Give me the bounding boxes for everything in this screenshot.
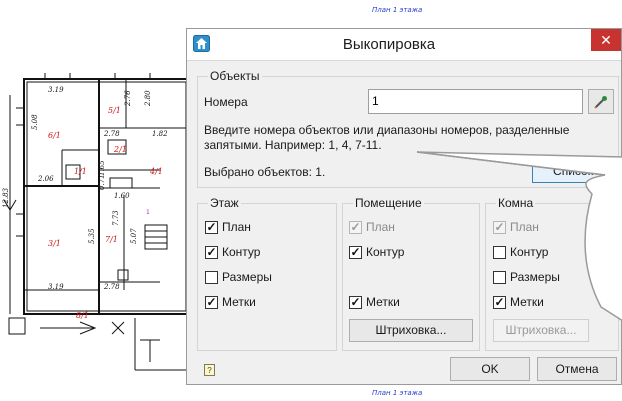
numbers-input[interactable]: 1 <box>368 89 583 114</box>
checkbox-label: Контур <box>222 245 261 259</box>
chamber-group-label: Комна <box>496 196 536 210</box>
numbers-hint: Введите номера объектов или диапазоны но… <box>204 123 570 152</box>
eyedropper-icon <box>594 96 607 109</box>
copy-dialog: Выкопировка ✕ Объекты Номера 1 Введите н… <box>186 28 622 385</box>
svg-text:0.71: 0.71 <box>98 174 106 190</box>
svg-text:2.06: 2.06 <box>37 175 54 183</box>
svg-text:1/1: 1/1 <box>74 167 87 176</box>
svg-text:1: 1 <box>146 209 150 216</box>
checkbox-box: ✓ <box>349 245 362 259</box>
checkbox-box: ✓ <box>205 295 218 309</box>
chamber-hatch-button[interactable]: Штриховка... <box>493 319 589 342</box>
checkbox-label: Метки <box>222 295 256 309</box>
numbers-label: Номера <box>204 95 248 109</box>
help-icon[interactable]: ? <box>204 364 215 376</box>
svg-text:6/1: 6/1 <box>48 131 61 140</box>
plan-label-top: План 1 этажа <box>372 6 423 14</box>
svg-text:8/1: 8/1 <box>76 311 89 320</box>
svg-text:2.78: 2.78 <box>103 130 120 138</box>
list-button[interactable]: Список <box>532 159 614 183</box>
svg-text:2.78: 2.78 <box>103 283 120 291</box>
checkbox-label: Контур <box>366 245 405 259</box>
checkbox-box: ✓ <box>205 220 218 234</box>
svg-text:5.07: 5.07 <box>130 228 138 244</box>
dialog-title: Выкопировка <box>342 36 436 53</box>
svg-text:7.73: 7.73 <box>112 210 120 226</box>
checkbox-box: ✓ <box>493 295 506 309</box>
svg-text:2/1: 2/1 <box>113 145 127 154</box>
room-hatch-button[interactable]: Штриховка... <box>349 319 473 342</box>
checkbox-label: План <box>510 220 539 234</box>
checkbox-label: Размеры <box>510 270 560 284</box>
checkbox-box: ✓ <box>493 220 506 234</box>
checkbox-box: ✓ <box>205 245 218 259</box>
svg-text:12.83: 12.83 <box>2 187 10 208</box>
checkbox-label: Контур <box>510 245 549 259</box>
svg-text:1.60: 1.60 <box>114 192 130 200</box>
checkbox-box <box>493 246 506 259</box>
svg-text:3/1: 3/1 <box>48 239 61 248</box>
checkbox-box <box>493 271 506 284</box>
svg-text:3.19: 3.19 <box>48 86 64 94</box>
dialog-titlebar[interactable]: Выкопировка ✕ <box>187 29 621 61</box>
svg-text:1.65: 1.65 <box>98 160 106 176</box>
checkbox-label: План <box>366 220 395 234</box>
pick-objects-button[interactable] <box>588 89 614 114</box>
checkbox-label: Метки <box>366 295 400 309</box>
room-group-label: Помещение <box>353 196 424 210</box>
selected-count: Выбрано объектов: 1. <box>204 165 326 179</box>
floor-group-label: Этаж <box>208 196 241 210</box>
close-button[interactable]: ✕ <box>591 29 621 51</box>
svg-text:1.82: 1.82 <box>152 130 168 138</box>
svg-text:4/1: 4/1 <box>149 167 163 176</box>
svg-text:5.35: 5.35 <box>88 228 96 244</box>
checkbox-box: ✓ <box>349 295 362 309</box>
svg-text:5.08: 5.08 <box>31 114 39 130</box>
cancel-button[interactable]: Отмена <box>537 357 617 381</box>
svg-text:2.80: 2.80 <box>144 90 152 107</box>
ok-button[interactable]: OK <box>450 357 530 381</box>
checkbox-label: Размеры <box>222 270 272 284</box>
checkbox-box <box>205 271 218 284</box>
objects-group-label: Объекты <box>208 69 262 83</box>
plan-label-bottom: План 1 этажа <box>372 389 423 397</box>
svg-text:2.76: 2.76 <box>124 90 132 107</box>
svg-text:5/1: 5/1 <box>108 106 121 115</box>
svg-text:3.19: 3.19 <box>48 283 64 291</box>
checkbox-label: Метки <box>510 295 544 309</box>
checkbox-label: План <box>222 220 251 234</box>
checkbox-box: ✓ <box>349 220 362 234</box>
svg-text:7/1: 7/1 <box>105 235 118 244</box>
